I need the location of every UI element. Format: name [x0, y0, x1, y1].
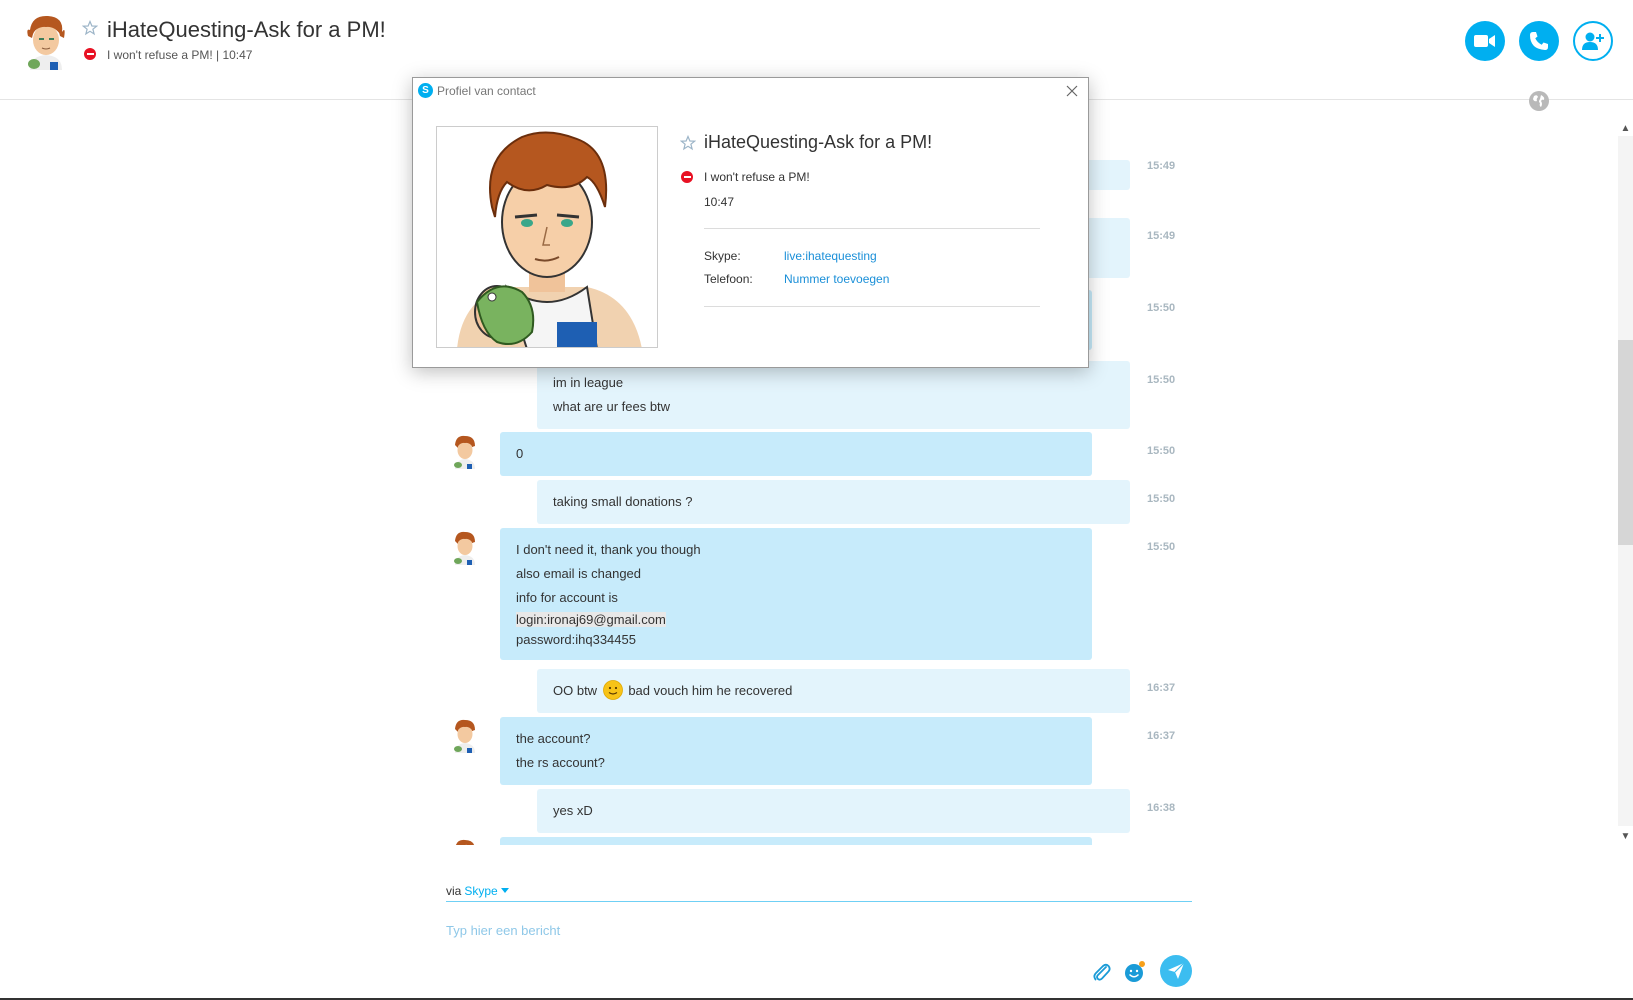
emoticon-button[interactable]	[1120, 957, 1150, 987]
message-text: what are ur fees btw	[553, 399, 671, 414]
message-time: 15:49	[1147, 230, 1176, 242]
message-text: taking small donations ?	[553, 494, 693, 509]
contact-profile-dialog: S Profiel van contact iHateQuesting-Ask …	[412, 77, 1089, 368]
close-icon	[1066, 85, 1078, 97]
message-text: the account?	[516, 731, 591, 746]
message-text: 0	[516, 446, 524, 461]
composer-divider	[446, 901, 1192, 902]
message-text: info for account is	[516, 590, 618, 605]
scroll-thumb[interactable]	[1618, 340, 1633, 545]
message-bubble	[500, 837, 1092, 845]
smiley-emoticon-icon	[602, 680, 623, 700]
via-service[interactable]: Skype	[464, 884, 497, 898]
via-service-selector[interactable]: via Skype	[446, 884, 509, 898]
send-icon	[1168, 962, 1185, 979]
message-text: password:ihq334455	[516, 632, 636, 647]
favorite-star-icon[interactable]	[82, 20, 98, 36]
emoticon-icon	[1125, 961, 1145, 982]
scroll-down-arrow-icon[interactable]: ▼	[1618, 830, 1633, 844]
chat-scrollbar[interactable]: ▲ ▼	[1618, 122, 1633, 844]
add-contact-icon	[1582, 32, 1604, 50]
attach-file-button[interactable]	[1086, 957, 1116, 987]
message-text-email[interactable]: login:ironaj69@gmail.com	[516, 612, 666, 627]
message-bubble: OO btw bad vouch him he recovered	[537, 669, 1130, 713]
message-time: 16:37	[1147, 730, 1176, 742]
paperclip-icon	[1093, 963, 1111, 981]
message-bubble: the account? the rs account?	[500, 717, 1092, 785]
message-time: 15:49	[1147, 160, 1176, 172]
message-time: 15:50	[1147, 493, 1176, 505]
via-label: via	[446, 884, 462, 898]
scroll-up-arrow-icon[interactable]: ▲	[1618, 122, 1633, 136]
add-contact-button[interactable]	[1573, 21, 1613, 61]
message-time: 15:50	[1147, 374, 1176, 386]
contact-name: iHateQuesting-Ask for a PM!	[107, 17, 386, 42]
busy-status-icon	[84, 48, 96, 60]
send-button[interactable]	[1160, 955, 1192, 987]
favorite-star-icon[interactable]	[680, 135, 696, 151]
message-text: OO btw	[553, 683, 598, 698]
phone-label: Telefoon:	[704, 272, 753, 286]
profile-name: iHateQuesting-Ask for a PM!	[704, 132, 933, 152]
video-call-icon	[1474, 35, 1495, 47]
message-bubble: im in league what are ur fees btw	[537, 361, 1130, 429]
divider	[704, 228, 1040, 229]
voice-call-button[interactable]	[1519, 21, 1559, 61]
chat-bottom-mask	[0, 845, 1618, 875]
message-text: I don't need it, thank you though	[516, 542, 701, 557]
message-time: 16:38	[1147, 802, 1176, 814]
profile-avatar-image	[457, 131, 642, 347]
close-button[interactable]	[1063, 82, 1081, 100]
add-phone-link[interactable]: Nummer toevoegen	[784, 272, 889, 286]
phone-call-icon	[1530, 32, 1548, 50]
contact-avatar[interactable]	[20, 10, 72, 70]
message-bubble: taking small donations ?	[537, 480, 1130, 524]
busy-status-icon	[681, 171, 693, 183]
profile-local-time: 10:47	[704, 195, 735, 209]
message-text: also email is changed	[516, 566, 642, 581]
message-text: the rs account?	[516, 755, 605, 770]
globe-icon[interactable]	[1528, 90, 1550, 112]
dialog-title: Profiel van contact	[437, 84, 536, 98]
contact-avatar[interactable]	[450, 529, 480, 565]
message-text: bad vouch him he recovered	[628, 683, 793, 698]
message-text: yes xD	[553, 803, 593, 818]
message-time: 16:37	[1147, 682, 1176, 694]
skype-label: Skype:	[704, 249, 741, 263]
skype-id-link[interactable]: live:ihatequesting	[784, 249, 877, 263]
contact-avatar[interactable]	[450, 717, 480, 753]
skype-logo-icon: S	[418, 83, 433, 98]
message-bubble: 0	[500, 432, 1092, 476]
chevron-down-icon[interactable]	[500, 888, 509, 893]
message-input[interactable]	[446, 918, 1046, 942]
message-bubble: yes xD	[537, 789, 1130, 833]
contact-avatar[interactable]	[450, 433, 480, 469]
contact-status: I won't refuse a PM! | 10:47	[107, 48, 253, 62]
message-time: 15:50	[1147, 445, 1176, 457]
message-time: 15:50	[1147, 302, 1176, 314]
video-call-button[interactable]	[1465, 21, 1505, 61]
message-text: im in league	[553, 375, 624, 390]
profile-status-message: I won't refuse a PM!	[704, 170, 810, 184]
divider	[704, 306, 1040, 307]
contact-avatar[interactable]	[450, 837, 480, 845]
profile-picture	[436, 126, 658, 348]
message-bubble: I don't need it, thank you though also e…	[500, 528, 1092, 660]
message-time: 15:50	[1147, 541, 1176, 553]
